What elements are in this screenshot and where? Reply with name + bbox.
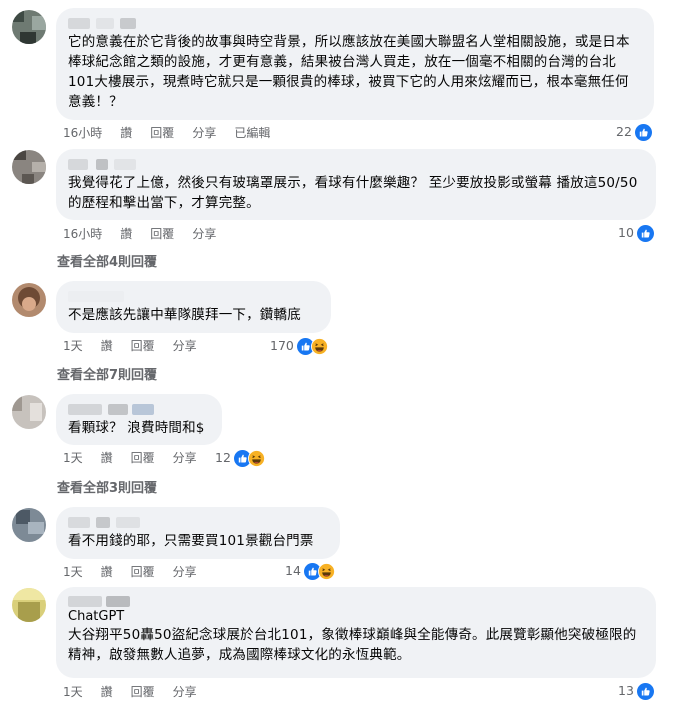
like-icon [634, 123, 652, 141]
comment-actions: 1天 讚 回覆 分享 [63, 450, 215, 466]
comment-bubble: ChatGPT 大谷翔平50轟50盜紀念球展於台北101，象徵棒球巔峰與全能傳奇… [56, 587, 656, 678]
comment-actions: 1天 讚 回覆 分享 [63, 564, 215, 580]
share-button[interactable]: 分享 [173, 564, 197, 580]
comment-time[interactable]: 1天 [63, 564, 83, 580]
edited-label: 已編輯 [234, 126, 271, 140]
comment-time[interactable]: 1天 [63, 450, 83, 466]
avatar[interactable] [12, 10, 46, 44]
reaction-count: 14 [285, 563, 301, 578]
share-button[interactable]: 分享 [192, 125, 216, 141]
like-button[interactable]: 讚 [120, 226, 132, 242]
comment-actions: 16小時 讚 回覆 分享 已編輯 [63, 125, 288, 141]
haha-icon [247, 449, 265, 467]
reaction-count: 13 [618, 683, 634, 698]
view-replies-link[interactable]: 查看全部3則回覆 [57, 477, 157, 496]
comment-text: 大谷翔平50轟50盜紀念球展於台北101，象徵棒球巔峰與全能傳奇。此展覽彰顯他突… [68, 627, 637, 663]
author-tag: ChatGPT [68, 609, 125, 624]
view-replies-link[interactable]: 查看全部7則回覆 [57, 364, 157, 383]
comment-actions: 16小時 讚 回覆 分享 [63, 226, 234, 242]
reply-button[interactable]: 回覆 [131, 684, 155, 700]
reply-button[interactable]: 回覆 [131, 564, 155, 580]
reaction-summary[interactable]: 13 [618, 682, 654, 700]
reaction-count: 12 [215, 450, 231, 465]
comment-time[interactable]: 16小時 [63, 226, 102, 242]
share-button[interactable]: 分享 [192, 226, 216, 242]
view-replies-link[interactable]: 查看全部4則回覆 [57, 251, 157, 270]
comment-author[interactable] [68, 401, 210, 418]
comment-author[interactable] [68, 514, 328, 531]
reply-button[interactable]: 回覆 [131, 450, 155, 466]
comment-actions: 1天 讚 回覆 分享 [63, 338, 215, 354]
comment-bubble: 我覺得花了上億，然後只有玻璃罩展示，看球有什麼樂趣？ 至少要放投影或螢幕 播放這… [56, 149, 656, 220]
comment-text: 看顆球？ 浪費時間和$ [68, 420, 205, 436]
avatar[interactable] [12, 395, 46, 429]
like-icon [636, 682, 654, 700]
comment-text: 不是應該先讓中華隊膜拜一下，鑽轎底 [68, 307, 301, 323]
like-icon [636, 224, 654, 242]
reaction-summary[interactable]: 170 [270, 337, 328, 355]
comment-author[interactable] [68, 288, 319, 305]
comment-bubble: 看不用錢的耶，只需要買101景觀台門票 [56, 507, 340, 559]
avatar[interactable] [12, 150, 46, 184]
reaction-summary[interactable]: 14 [285, 562, 335, 580]
reaction-count: 10 [618, 225, 634, 240]
comment-bubble: 它的意義在於它背後的故事與時空背景，所以應該放在美國大聯盟名人堂相關設施，或是日… [56, 8, 654, 120]
reaction-summary[interactable]: 10 [618, 224, 654, 242]
like-button[interactable]: 讚 [101, 450, 113, 466]
share-button[interactable]: 分享 [173, 338, 197, 354]
comment-actions: 1天 讚 回覆 分享 [63, 684, 215, 700]
share-button[interactable]: 分享 [173, 450, 197, 466]
avatar[interactable] [12, 283, 46, 317]
comment-author[interactable] [68, 15, 642, 32]
reply-button[interactable]: 回覆 [150, 125, 174, 141]
like-button[interactable]: 讚 [101, 564, 113, 580]
reaction-summary[interactable]: 12 [215, 449, 265, 467]
reaction-count: 22 [616, 124, 632, 139]
comment-text: 它的意義在於它背後的故事與時空背景，所以應該放在美國大聯盟名人堂相關設施，或是日… [68, 34, 630, 110]
reaction-count: 170 [270, 338, 294, 353]
like-button[interactable]: 讚 [101, 338, 113, 354]
comment-time[interactable]: 16小時 [63, 125, 102, 141]
reply-button[interactable]: 回覆 [150, 226, 174, 242]
avatar[interactable] [12, 508, 46, 542]
avatar[interactable] [12, 588, 46, 622]
like-button[interactable]: 讚 [101, 684, 113, 700]
reaction-summary[interactable]: 22 [616, 123, 652, 141]
reply-button[interactable]: 回覆 [131, 338, 155, 354]
share-button[interactable]: 分享 [173, 684, 197, 700]
comment-author[interactable] [68, 594, 644, 608]
comment-time[interactable]: 1天 [63, 684, 83, 700]
haha-icon [317, 562, 335, 580]
comment-text: 看不用錢的耶，只需要買101景觀台門票 [68, 533, 314, 549]
haha-icon [310, 337, 328, 355]
like-button[interactable]: 讚 [120, 125, 132, 141]
comment-bubble: 不是應該先讓中華隊膜拜一下，鑽轎底 [56, 281, 331, 333]
comment-text: 我覺得花了上億，然後只有玻璃罩展示，看球有什麼樂趣？ 至少要放投影或螢幕 播放這… [68, 175, 638, 211]
comment-time[interactable]: 1天 [63, 338, 83, 354]
comment-bubble: 看顆球？ 浪費時間和$ [56, 394, 222, 445]
comment-author[interactable] [68, 156, 644, 173]
